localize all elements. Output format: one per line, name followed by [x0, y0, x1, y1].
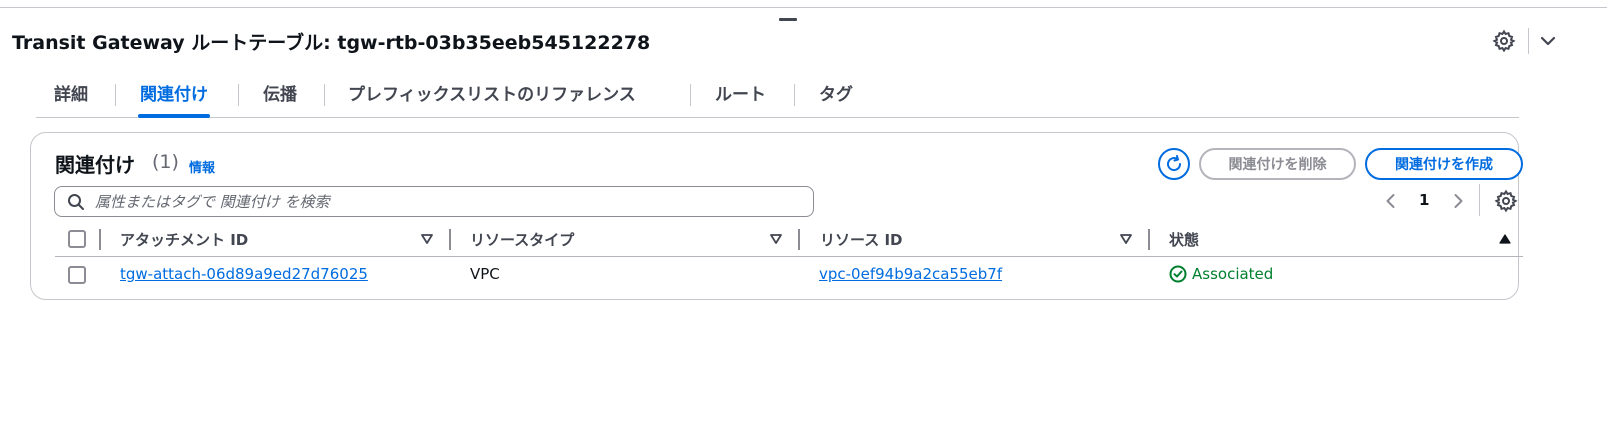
sort-descending-icon[interactable]: [421, 234, 433, 244]
associations-panel: 関連付け (1) 情報 関連付けを削除 関連付けを作成 1: [30, 132, 1523, 300]
check-circle-icon: [1169, 265, 1187, 283]
refresh-button[interactable]: [1158, 148, 1190, 180]
table-row: tgw-attach-06d89a9ed27d76025 VPC vpc-0ef…: [55, 257, 1523, 293]
attachment-id-link[interactable]: tgw-attach-06d89a9ed27d76025: [120, 265, 368, 283]
gear-icon[interactable]: [1492, 29, 1516, 53]
chevron-down-icon[interactable]: [1536, 29, 1560, 53]
create-association-button[interactable]: 関連付けを作成: [1365, 148, 1523, 180]
tab-details[interactable]: 詳細: [54, 78, 88, 117]
column-divider[interactable]: [798, 229, 800, 250]
panel-top-border: [0, 7, 1607, 8]
item-count: (1): [152, 151, 179, 173]
chevron-left-icon[interactable]: [1381, 191, 1401, 211]
delete-association-button[interactable]: 関連付けを削除: [1199, 148, 1356, 180]
column-header-state[interactable]: 状態: [1169, 229, 1199, 250]
column-header-attachment-id[interactable]: アタッチメント ID: [120, 229, 248, 250]
search-field[interactable]: [54, 186, 814, 217]
status-badge: Associated: [1169, 265, 1273, 283]
tab-divider: [238, 84, 239, 106]
column-divider: [99, 229, 101, 250]
column-header-resource-type[interactable]: リソースタイプ: [470, 229, 574, 250]
select-all-checkbox[interactable]: [68, 230, 86, 248]
search-icon: [68, 194, 84, 210]
page-number[interactable]: 1: [1419, 191, 1429, 209]
row-checkbox[interactable]: [68, 266, 86, 284]
header-divider: [1528, 28, 1529, 54]
page-title: Transit Gateway ルートテーブル: tgw-rtb-03b35ee…: [12, 32, 651, 54]
tab-routes[interactable]: ルート: [715, 78, 766, 117]
refresh-icon: [1167, 155, 1182, 172]
info-link[interactable]: 情報: [189, 157, 215, 176]
column-divider[interactable]: [1148, 229, 1150, 250]
sort-ascending-icon[interactable]: [1499, 234, 1511, 244]
tab-divider: [115, 84, 116, 106]
tab-prefix-list-references[interactable]: プレフィックスリストのリファレンス: [348, 78, 636, 117]
pagination-divider: [1479, 184, 1480, 216]
tab-divider: [324, 84, 325, 106]
tab-bar: 詳細 関連付け 伝播 プレフィックスリストのリファレンス ルート タグ: [36, 78, 1519, 118]
chevron-right-icon[interactable]: [1448, 191, 1468, 211]
column-divider[interactable]: [449, 229, 451, 250]
tab-propagations[interactable]: 伝播: [263, 78, 297, 117]
resource-type: VPC: [470, 265, 500, 283]
status-text: Associated: [1192, 265, 1274, 283]
table-header: アタッチメント ID リソースタイプ リソース ID 状態: [55, 225, 1523, 257]
resource-id-link[interactable]: vpc-0ef94b9a2ca55eb7f: [819, 265, 1002, 283]
gear-icon[interactable]: [1494, 189, 1518, 213]
resize-handle[interactable]: [779, 18, 797, 21]
sort-descending-icon[interactable]: [770, 234, 782, 244]
tab-divider: [690, 84, 691, 106]
search-input[interactable]: [95, 189, 795, 214]
tab-associations[interactable]: 関連付け: [138, 78, 210, 118]
tab-divider: [794, 84, 795, 106]
sort-descending-icon[interactable]: [1120, 234, 1132, 244]
panel-title: 関連付け: [55, 153, 135, 177]
tab-tags[interactable]: タグ: [819, 78, 853, 117]
column-header-resource-id[interactable]: リソース ID: [820, 229, 903, 250]
